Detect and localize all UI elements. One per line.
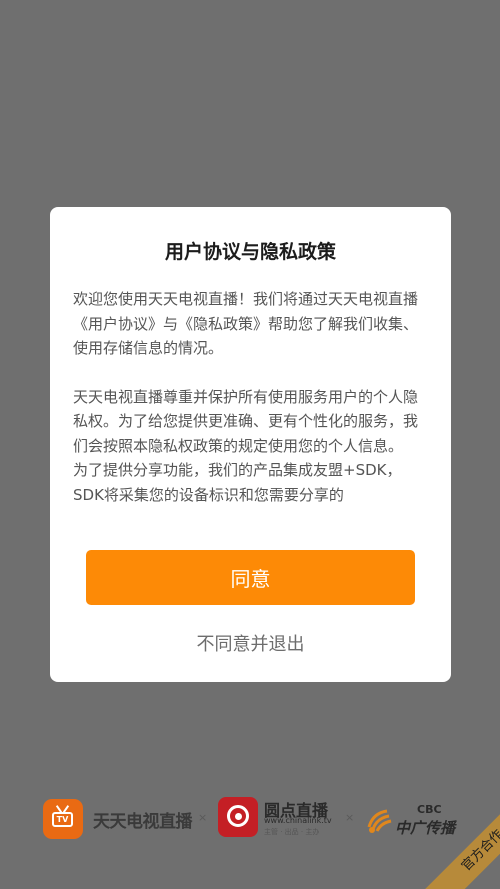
logo-2-url: www.chinalink.tv (264, 816, 332, 825)
paragraph-welcome: 欢迎您使用天天电视直播！我们将通过天天电视直播《用户协议》与《隐私政策》帮助您了… (73, 290, 419, 357)
logo-tiantian-tv: TV 天天电视直播 (43, 799, 193, 839)
paragraph-share-sdk: 为了提供分享功能，我们的产品集成友盟+SDK，SDK将采集您的设备标识和您需要分… (73, 461, 402, 504)
dialog-title: 用户协议与隐私政策 (164, 241, 336, 263)
logo-1-name: 天天电视直播 (93, 811, 193, 832)
separator-2: × (345, 811, 355, 824)
corner-ribbon: 官方合作 (400, 789, 500, 889)
agree-button[interactable]: 同意 (86, 550, 415, 605)
ydzb-logo-icon (218, 797, 258, 837)
ribbon-label: 官方合作 (420, 789, 500, 889)
tv-icon: TV (43, 799, 83, 839)
logo-2-sub: 主管 · 出品 · 主办 (264, 828, 320, 836)
decline-exit-button[interactable]: 不同意并退出 (50, 630, 451, 656)
privacy-dialog: 用户协议与隐私政策 欢迎您使用天天电视直播！我们将通过天天电视直播《用户协议》与… (50, 207, 451, 682)
separator-1: × (198, 811, 208, 824)
paragraph-privacy: 天天电视直播尊重并保护所有使用服务用户的个人隐私权。为了给您提供更准确、更有个性… (73, 387, 419, 455)
cbc-logo-icon (367, 809, 392, 833)
dialog-body[interactable]: 欢迎您使用天天电视直播！我们将通过天天电视直播《用户协议》与《隐私政策》帮助您了… (73, 287, 430, 525)
